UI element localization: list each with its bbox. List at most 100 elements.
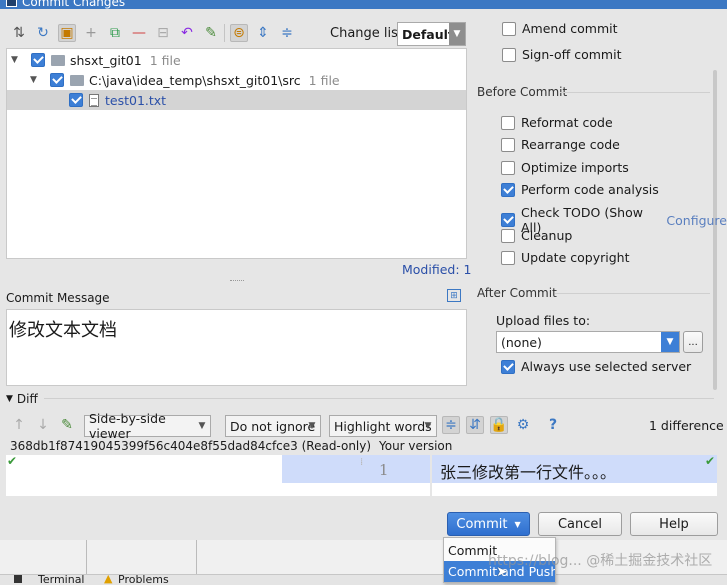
amend-label: Amend commit <box>522 21 618 36</box>
code-analysis-checkbox[interactable] <box>501 182 515 197</box>
configure-link[interactable]: Configure <box>666 213 727 228</box>
commit-message-input[interactable]: 修改文本文档 <box>6 309 467 386</box>
diff-icon[interactable]: ⊟ <box>154 24 172 42</box>
remove-icon[interactable]: — <box>130 24 148 42</box>
highlight-dropdown[interactable]: Highlight words ▼ <box>329 415 437 437</box>
message-history-icon[interactable]: ⊞ <box>447 289 461 302</box>
help-icon[interactable]: ? <box>544 416 562 434</box>
check-todo-checkbox[interactable] <box>501 213 515 227</box>
update-copyright-option[interactable]: Update copyright <box>501 250 629 265</box>
tab-terminal[interactable]: Terminal <box>38 575 85 585</box>
amend-checkbox[interactable] <box>502 21 516 36</box>
reformat-code-option[interactable]: Reformat code <box>501 115 613 130</box>
diff-gutter <box>290 483 430 496</box>
previous-difference-icon[interactable]: ↑ <box>10 416 28 434</box>
modified-count: Modified: 1 <box>402 262 472 277</box>
optimize-imports-option[interactable]: Optimize imports <box>501 160 629 175</box>
tree-item-label: shsxt_git01 <box>70 52 142 68</box>
reformat-label: Reformat code <box>521 115 613 130</box>
sync-scroll-icon[interactable]: ⇵ <box>466 416 484 434</box>
edit-source-icon[interactable]: ✎ <box>58 416 76 434</box>
optimize-checkbox[interactable] <box>501 160 515 175</box>
checkmark-icon: ✔ <box>704 454 715 468</box>
help-button[interactable]: Help <box>630 512 718 536</box>
chevron-down-icon: ▼ <box>198 421 206 431</box>
always-use-checkbox[interactable] <box>501 359 515 374</box>
signoff-commit-option[interactable]: Sign-off commit <box>502 47 622 62</box>
chevron-down-icon[interactable]: ▼ <box>514 520 520 529</box>
section-divider <box>44 398 714 399</box>
refresh-icon[interactable]: ↻ <box>34 24 52 42</box>
splitter-handle[interactable] <box>230 280 244 282</box>
diff-left-pane[interactable]: ✔ <box>6 454 290 496</box>
collapse-arrow-icon[interactable]: ▼ <box>6 394 13 404</box>
tool-window-bar: Terminal ▲ Problems <box>0 574 727 585</box>
chevron-down-icon: ▼ <box>661 332 679 352</box>
move-icon[interactable]: ⧉ <box>106 24 124 42</box>
cleanup-checkbox[interactable] <box>501 228 515 243</box>
revert-icon[interactable]: ↶ <box>178 24 196 42</box>
add-icon[interactable]: + <box>82 24 100 42</box>
checkmark-icon: ✔ <box>7 454 18 468</box>
checkbox-file[interactable] <box>69 93 83 107</box>
commit-split-button[interactable]: Commit ▼ <box>447 512 530 536</box>
expand-arrow-icon[interactable]: ▼ <box>11 55 23 65</box>
rearrange-checkbox[interactable] <box>501 137 515 152</box>
checkbox-folder[interactable] <box>50 73 64 87</box>
upload-server-dropdown[interactable]: (none) ▼ <box>496 331 680 353</box>
whitespace-value: Do not ignore <box>230 418 316 434</box>
changelist-label: Change list: <box>330 26 408 41</box>
reformat-checkbox[interactable] <box>501 115 515 130</box>
chevron-down-icon: ▼ <box>424 421 432 431</box>
whitespace-dropdown[interactable]: Do not ignore ▼ <box>225 415 321 437</box>
copyright-label: Update copyright <box>521 250 630 265</box>
divider <box>86 540 87 574</box>
diff-section-header[interactable]: ▼ Diff <box>6 392 38 406</box>
group-by-icon[interactable]: ⊜ <box>230 24 248 42</box>
viewer-mode-dropdown[interactable]: Side-by-side viewer ▼ <box>84 411 211 441</box>
expand-arrow-icon[interactable]: ▼ <box>30 75 42 85</box>
rearrange-code-option[interactable]: Rearrange code <box>501 137 620 152</box>
amend-commit-option[interactable]: Amend commit <box>502 21 618 36</box>
always-use-server-option[interactable]: Always use selected server <box>501 359 691 374</box>
gear-icon[interactable]: ⚙ <box>514 416 532 434</box>
changelist-value: Default <box>402 26 454 42</box>
next-difference-icon[interactable]: ↓ <box>34 416 52 434</box>
after-commit-title: After Commit <box>477 286 557 300</box>
checkbox-repo[interactable] <box>31 53 45 67</box>
window-title: Commit Changes <box>22 0 126 9</box>
tree-row-folder[interactable]: ▼ C:\java\idea_temp\shsxt_git01\src 1 fi… <box>7 70 466 90</box>
diff-right-pane[interactable]: 张三修改第一行文件。。。 ✔ <box>432 454 717 483</box>
tree-item-label: C:\java\idea_temp\shsxt_git01\src <box>89 72 301 88</box>
folder-icon <box>51 54 65 66</box>
cancel-button[interactable]: Cancel <box>538 512 622 536</box>
sync-icon[interactable]: ⇅ <box>10 24 28 42</box>
copyright-checkbox[interactable] <box>501 250 515 265</box>
tree-row-repo[interactable]: ▼ shsxt_git01 1 file <box>7 50 466 70</box>
line-number: 1 <box>379 461 389 479</box>
warning-icon: ▲ <box>104 574 113 585</box>
lock-icon[interactable]: 🔒 <box>490 416 508 434</box>
collapse-all-icon[interactable]: ≑ <box>278 24 296 42</box>
tab-problems[interactable]: Problems <box>118 575 169 585</box>
browse-server-button[interactable]: ... <box>683 331 703 353</box>
right-version-header: Your version <box>379 439 453 453</box>
expand-all-icon[interactable]: ⇕ <box>254 24 272 42</box>
diff-changed-block <box>282 455 430 483</box>
diff-fold-marker: ⁞ <box>360 457 364 468</box>
changes-tree: ▼ shsxt_git01 1 file ▼ C:\java\idea_temp… <box>6 48 467 259</box>
changelist-dropdown[interactable]: Default ▼ <box>397 22 466 46</box>
cleanup-option[interactable]: Cleanup <box>501 228 572 243</box>
text-file-icon <box>89 93 99 107</box>
highlight-value: Highlight words <box>334 418 432 434</box>
terminal-icon <box>14 575 22 583</box>
perform-code-analysis-option[interactable]: Perform code analysis <box>501 182 659 197</box>
rearrange-label: Rearrange code <box>521 137 620 152</box>
always-use-label: Always use selected server <box>521 359 692 374</box>
tree-item-count: 1 file <box>149 52 181 68</box>
collapse-unchanged-icon[interactable]: ≑ <box>442 416 460 434</box>
group-icon[interactable]: ▣ <box>58 24 76 42</box>
jump-icon[interactable]: ✎ <box>202 24 220 42</box>
signoff-checkbox[interactable] <box>502 47 516 62</box>
tree-row-file[interactable]: test01.txt <box>7 90 466 110</box>
